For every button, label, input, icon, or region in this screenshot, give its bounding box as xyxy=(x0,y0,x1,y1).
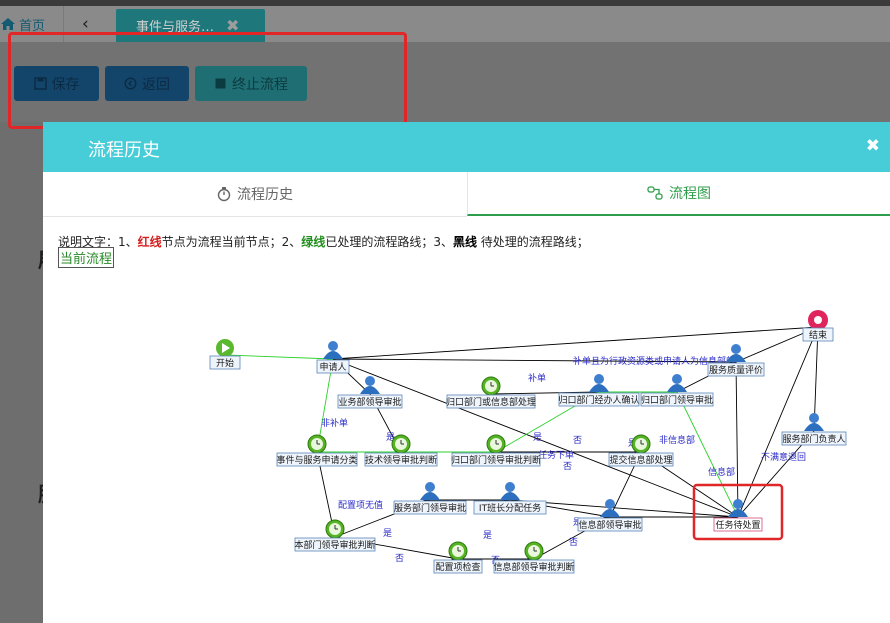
clock-icon xyxy=(325,519,345,539)
flow-edge xyxy=(737,326,819,518)
highlight-box xyxy=(8,32,407,129)
flow-edge xyxy=(224,354,334,362)
edge-label: 否 xyxy=(569,537,578,548)
node-label: 任务待处置 xyxy=(715,519,760,531)
node-label: 服务部门领导审批 xyxy=(394,502,466,514)
clock-icon xyxy=(486,434,506,454)
flow-node: 申请人 xyxy=(316,341,350,374)
user-icon xyxy=(420,482,440,500)
user-icon xyxy=(726,344,746,362)
flow-node: 结束 xyxy=(802,310,834,342)
flow-node: 信息部领导审批判断 xyxy=(493,541,575,574)
edge-label: 信息部 xyxy=(708,466,735,478)
node-label: 配置项检查 xyxy=(435,561,480,573)
flow-node: 开始 xyxy=(209,339,241,370)
edge-label: 补单 xyxy=(528,372,546,384)
user-icon xyxy=(360,376,380,394)
edge-label: 不满意退回 xyxy=(761,451,806,463)
node-label: 信息部领导审批判断 xyxy=(493,561,574,573)
flow-node: 信息部领导审批 xyxy=(577,499,643,532)
clock-icon xyxy=(481,376,501,396)
flow-node: 事件与服务申请分类 xyxy=(276,434,358,467)
node-label: 业务部领导审批 xyxy=(338,396,401,408)
edge-label: 任务下单 xyxy=(538,449,574,461)
edge-label: 是 xyxy=(383,528,392,539)
user-icon xyxy=(323,341,343,359)
process-history-modal: 流程历史 ✖ 流程历史 流程图 说明文字：1、红线节点为流程当前节点；2、绿线已… xyxy=(43,122,890,623)
edge-label: 否 xyxy=(573,435,582,446)
flow-edge xyxy=(332,324,819,360)
node-label: 服务质量评价 xyxy=(709,364,763,376)
home-icon xyxy=(1,18,15,30)
node-label: 本部门领导审批判断 xyxy=(294,539,375,551)
clock-icon xyxy=(631,434,651,454)
flow-node: 业务部领导审批 xyxy=(337,376,403,409)
user-icon xyxy=(589,374,609,392)
edge-label: 配置项无值 xyxy=(338,499,383,511)
edge-label: 是 xyxy=(483,530,492,541)
node-label: 技术领导审批判断 xyxy=(365,454,437,466)
flow-node: 服务部门负责人 xyxy=(781,413,847,446)
user-icon xyxy=(500,482,520,500)
node-label: 归口部门或信息部处理 xyxy=(446,396,536,408)
flow-node: 配置项检查 xyxy=(433,541,483,574)
user-icon xyxy=(667,374,687,392)
flow-node: 服务部门领导审批 xyxy=(393,482,467,515)
clock-icon xyxy=(448,541,468,561)
flow-node: 技术领导审批判断 xyxy=(364,434,438,467)
flow-edge xyxy=(676,391,739,518)
edge-label: 是 xyxy=(533,432,542,443)
node-label: 结束 xyxy=(809,329,827,341)
edge-label: 非补单 xyxy=(321,417,348,429)
node-label: 归口部门领导审批判断 xyxy=(451,454,541,466)
clock-icon xyxy=(307,434,327,454)
node-label: 信息部领导审批 xyxy=(578,519,641,531)
flow-node: 本部门领导审批判断 xyxy=(294,519,376,552)
clock-icon xyxy=(391,434,411,454)
flow-node: 归口部门或信息部处理 xyxy=(446,376,536,409)
flow-node: 归口部门领导审批判断 xyxy=(451,434,541,467)
node-label: IT班长分配任务 xyxy=(479,502,541,514)
node-label: 提交信息部处理 xyxy=(609,454,672,466)
edge-label: 非信息部 xyxy=(659,434,695,446)
end-icon xyxy=(808,310,828,330)
edge-label: 否 xyxy=(563,461,572,472)
flow-edge xyxy=(733,361,739,518)
edge-label: 否 xyxy=(395,553,404,564)
node-label: 开始 xyxy=(216,357,234,369)
node-label: 归口部门经办人确认 xyxy=(558,394,639,406)
home-label: 首页 xyxy=(19,18,46,34)
node-label: 事件与服务申请分类 xyxy=(276,454,357,466)
user-icon xyxy=(804,413,824,431)
chevron-left-icon[interactable]: ‹ xyxy=(82,14,89,34)
flow-node: IT班长分配任务 xyxy=(473,482,547,515)
start-icon xyxy=(216,339,234,357)
node-label: 归口部门领导审批 xyxy=(641,394,713,406)
flow-node: 归口部门经办人确认 xyxy=(558,374,640,407)
node-label: 服务部门负责人 xyxy=(782,433,845,445)
node-label: 申请人 xyxy=(319,361,346,373)
clock-icon xyxy=(524,541,544,561)
process-flow-diagram: 补单且为行政资源类或申请人为信息部的补单非补单是否任务下单是否配置项无值是否是否… xyxy=(209,310,847,574)
